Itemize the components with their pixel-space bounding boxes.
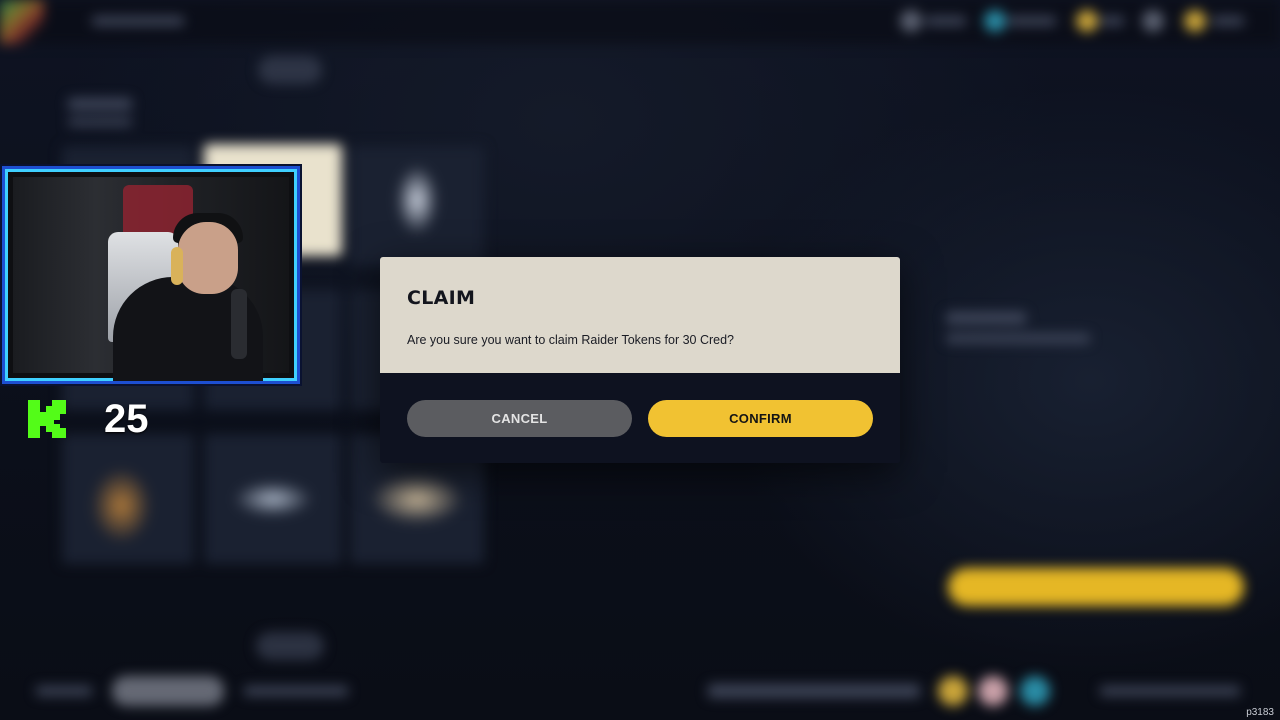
background-logo-stripe <box>0 0 44 44</box>
background-toggle <box>258 56 322 84</box>
claim-dialog-footer: CANCEL CONFIRM <box>380 373 900 463</box>
background-currency-text <box>926 16 966 26</box>
corner-watermark-id: p3183 <box>1246 707 1274 718</box>
cancel-button[interactable]: CANCEL <box>407 400 632 437</box>
background-profile-text <box>1212 16 1244 26</box>
background-avatar-icon <box>978 676 1008 706</box>
webcam-feed <box>13 177 289 381</box>
background-item-card <box>204 434 342 564</box>
background-item-name <box>946 312 1026 324</box>
confirm-button[interactable]: CONFIRM <box>648 400 873 437</box>
background-item-card <box>350 146 484 266</box>
background-footer-text <box>36 686 92 696</box>
background-currency-icon <box>1076 10 1098 32</box>
background-claim-bar <box>948 568 1244 606</box>
background-section-subtitle <box>68 118 132 126</box>
background-toggle <box>256 632 324 660</box>
background-currency-text <box>1008 16 1056 26</box>
background-footer-text <box>708 684 920 698</box>
background-footer-text <box>244 686 348 696</box>
webcam-microphone <box>231 289 247 359</box>
background-avatar-icon <box>1184 10 1206 32</box>
background-avatar-icon <box>1020 676 1050 706</box>
game-screen: 25 CLAIM Are you sure you want to claim … <box>0 0 1280 720</box>
background-item-card <box>62 434 194 564</box>
webcam-overlay <box>2 166 300 384</box>
kick-logo-icon <box>28 400 66 438</box>
dialog-message: Are you sure you want to claim Raider To… <box>407 333 735 347</box>
background-footer-text <box>1100 686 1240 696</box>
background-header-text <box>92 16 184 26</box>
webcam-streamer-face <box>178 222 238 294</box>
dialog-title: CLAIM <box>407 287 476 309</box>
claim-dialog-header: CLAIM Are you sure you want to claim Rai… <box>380 257 900 373</box>
background-currency-icon <box>984 10 1006 32</box>
background-avatar-icon <box>938 676 968 706</box>
kick-follower-badge: 25 <box>22 394 149 446</box>
claim-dialog: CLAIM Are you sure you want to claim Rai… <box>380 257 900 463</box>
background-settings-icon <box>1142 10 1164 32</box>
background-currency-icon <box>900 10 922 32</box>
background-currency-text <box>1100 16 1124 26</box>
background-section-title <box>68 98 132 110</box>
background-item-desc <box>946 334 1090 343</box>
webcam-headset <box>171 247 183 285</box>
background-footer-pill <box>112 676 224 706</box>
kick-follower-count: 25 <box>104 397 149 441</box>
